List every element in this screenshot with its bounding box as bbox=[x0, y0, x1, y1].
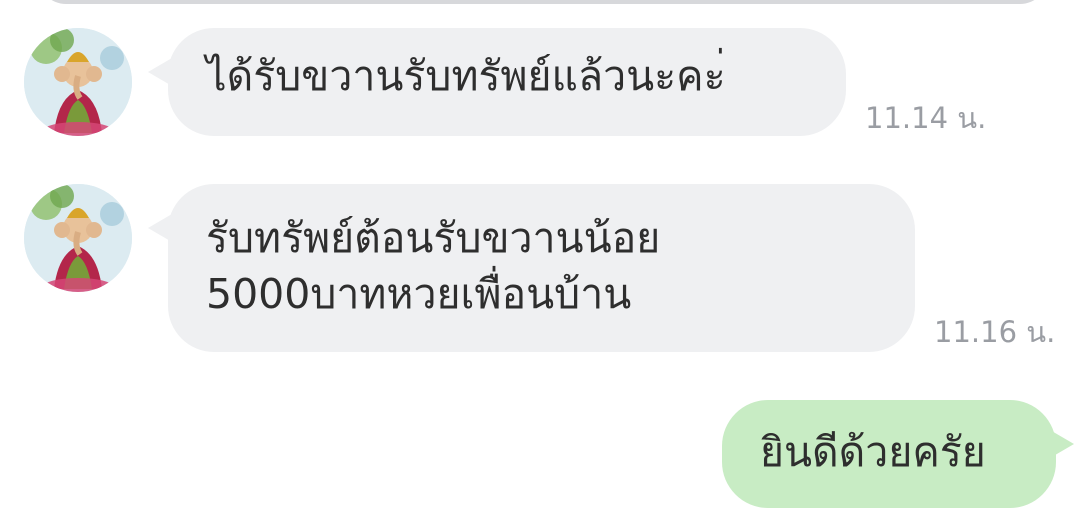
previous-message-bubble-edge bbox=[38, 0, 1048, 4]
outgoing-message-bubble[interactable]: ยินดีด้วยครัย bbox=[722, 400, 1074, 508]
sender-avatar[interactable] bbox=[24, 28, 132, 136]
message-text-line-2: 5000บาทหวยเพื่อนบ้าน bbox=[206, 270, 632, 318]
message-timestamp: 11.14 น. bbox=[865, 101, 987, 135]
sender-avatar[interactable] bbox=[24, 184, 132, 292]
message-text: ยินดีด้วยครัย bbox=[760, 428, 986, 476]
ganesha-avatar-icon bbox=[24, 28, 132, 136]
message-timestamp: 11.16 น. bbox=[934, 315, 1056, 349]
incoming-message-bubble[interactable]: รับทรัพย์ต้อนรับขวานน้อย 5000บาทหวยเพื่อ… bbox=[148, 184, 915, 352]
incoming-message-bubble[interactable]: ได้รับขวานรับทรัพย์แล้วนะคะ่ bbox=[148, 28, 846, 136]
ganesha-avatar-icon bbox=[24, 184, 132, 292]
message-text-line-1: รับทรัพย์ต้อนรับขวานน้อย bbox=[206, 214, 661, 262]
message-text: ได้รับขวานรับทรัพย์แล้วนะคะ่ bbox=[206, 52, 726, 100]
